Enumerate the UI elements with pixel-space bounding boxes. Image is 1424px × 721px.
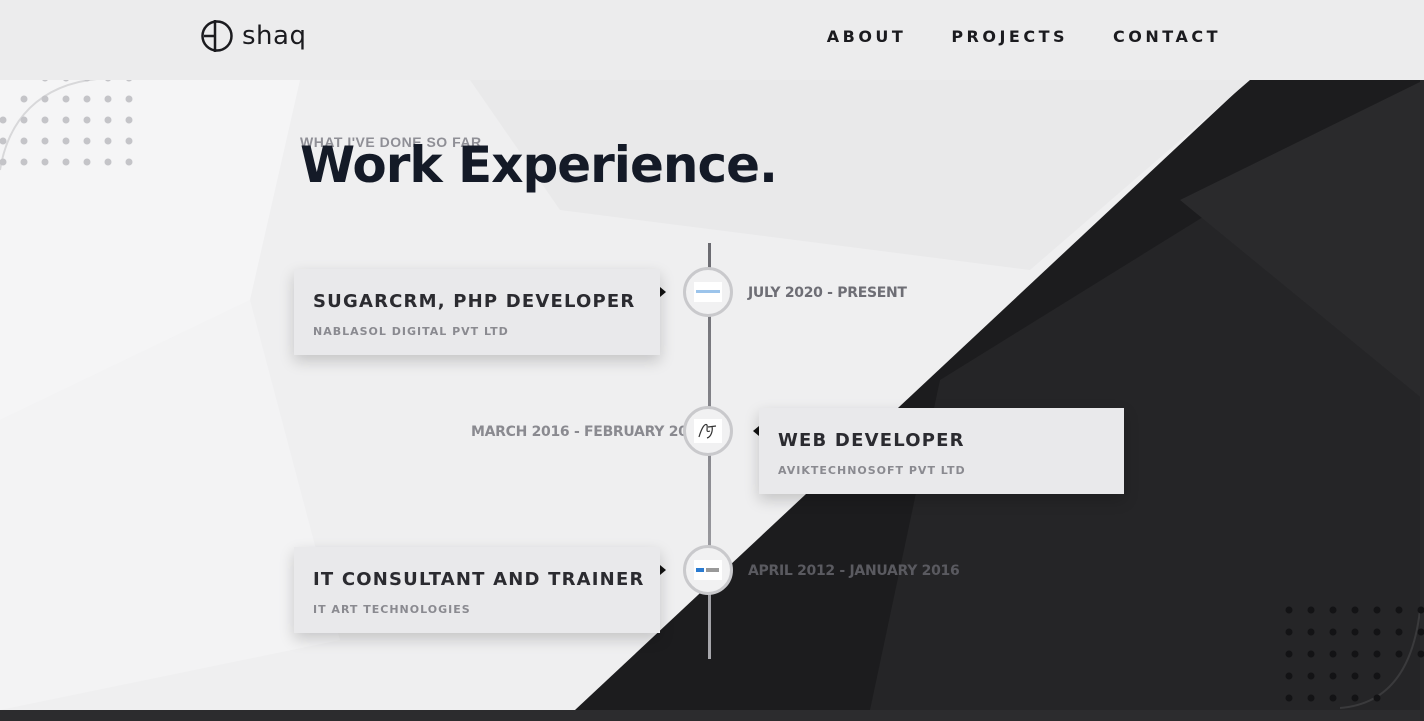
decor-dot (1329, 672, 1337, 680)
decor-dot (20, 116, 28, 124)
nav-about-link[interactable]: ABOUT (827, 27, 907, 46)
nav-projects-link[interactable]: PROJECTS (951, 27, 1068, 46)
decor-dot (104, 137, 112, 145)
decor-dot (1307, 650, 1315, 658)
section-title: Work Experience. (300, 136, 778, 194)
experience-dates: JULY 2020 - PRESENT (748, 285, 907, 301)
decor-dot (41, 116, 49, 124)
decor-dot (83, 95, 91, 103)
decor-dot (62, 137, 70, 145)
decor-dot (1329, 606, 1337, 614)
decor-dot (1329, 650, 1337, 658)
experience-card-1[interactable]: SUGARCRM, PHP DEVELOPER NABLASOL DIGITAL… (294, 269, 660, 355)
card-pointer-icon (660, 287, 666, 297)
page: shaq ABOUT PROJECTS CONTACT WHAT I'VE DO… (0, 0, 1424, 721)
decor-dot (1395, 606, 1403, 614)
decor-dot (41, 137, 49, 145)
experience-card-2[interactable]: WEB DEVELOPER AVIKTECHNOSOFT PVT LTD (759, 408, 1124, 494)
main-nav: ABOUT PROJECTS CONTACT (827, 27, 1221, 46)
timeline-node-3 (683, 545, 733, 595)
itart-logo-icon (694, 560, 722, 580)
experience-company: IT ART TECHNOLOGIES (313, 603, 471, 616)
experience-dates: MARCH 2016 - FEBRUARY 2020 (471, 424, 707, 440)
decor-dot (1373, 694, 1381, 702)
experience-dates: APRIL 2012 - JANUARY 2016 (748, 563, 960, 579)
decor-dot (125, 95, 133, 103)
decor-dot (62, 158, 70, 166)
decor-dot (20, 137, 28, 145)
decor-dot (1285, 694, 1293, 702)
decor-dot (1351, 628, 1359, 636)
decor-dot (83, 137, 91, 145)
decor-dot (1329, 628, 1337, 636)
decor-dot (83, 158, 91, 166)
decor-dot (1329, 694, 1337, 702)
decor-dot (1307, 606, 1315, 614)
decor-dot (104, 158, 112, 166)
decor-dot (62, 95, 70, 103)
decor-dot (62, 116, 70, 124)
logo-text: shaq (242, 21, 307, 51)
experience-role: SUGARCRM, PHP DEVELOPER (313, 291, 636, 312)
decor-dot (125, 158, 133, 166)
nablasol-logo-icon (694, 282, 722, 302)
decor-dot (1307, 628, 1315, 636)
timeline-node-2 (683, 406, 733, 456)
decor-dot (104, 95, 112, 103)
site-header: shaq ABOUT PROJECTS CONTACT (0, 0, 1424, 80)
decor-dot (1285, 628, 1293, 636)
card-pointer-icon (660, 565, 666, 575)
decor-dot (1351, 606, 1359, 614)
decor-dot (1285, 672, 1293, 680)
decor-dot (1395, 628, 1403, 636)
decor-dot (1373, 628, 1381, 636)
logo[interactable]: shaq (200, 18, 306, 54)
decor-dot (125, 116, 133, 124)
logo-icon (201, 20, 233, 52)
decor-dot (1373, 650, 1381, 658)
experience-role: WEB DEVELOPER (778, 430, 965, 451)
experience-company: NABLASOL DIGITAL PVT LTD (313, 325, 509, 338)
decor-dot (1307, 694, 1315, 702)
decor-dot (41, 158, 49, 166)
experience-company: AVIKTECHNOSOFT PVT LTD (778, 464, 966, 477)
experience-card-3[interactable]: IT CONSULTANT AND TRAINER IT ART TECHNOL… (294, 547, 660, 633)
timeline-node-1 (683, 267, 733, 317)
experience-role: IT CONSULTANT AND TRAINER (313, 569, 645, 590)
decor-dot (1395, 650, 1403, 658)
decor-dot (20, 158, 28, 166)
decor-dot (41, 95, 49, 103)
decor-dot (1351, 672, 1359, 680)
background-graphic (0, 0, 1424, 721)
decor-dot (1351, 694, 1359, 702)
decor-dot (1285, 650, 1293, 658)
decor-dot (104, 116, 112, 124)
decor-dot (1373, 672, 1381, 680)
aviktechnosoft-logo-icon (694, 419, 722, 443)
decor-dot (1351, 650, 1359, 658)
decor-dot (1285, 606, 1293, 614)
decor-dot (1373, 606, 1381, 614)
decor-dot (125, 137, 133, 145)
decor-dot (20, 95, 28, 103)
nav-contact-link[interactable]: CONTACT (1113, 27, 1221, 46)
decor-dot (1307, 672, 1315, 680)
decor-dot (83, 116, 91, 124)
